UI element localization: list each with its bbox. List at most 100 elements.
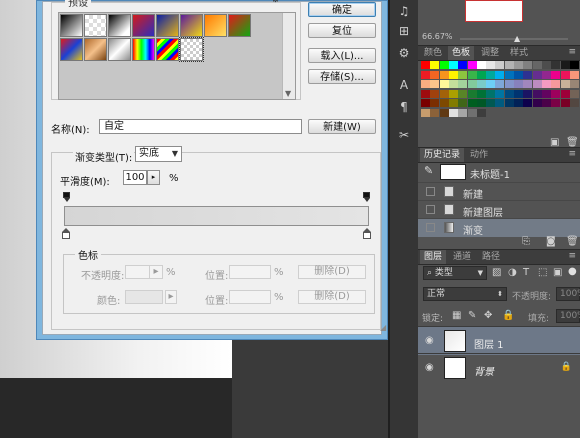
color-swatch[interactable]	[476, 61, 486, 69]
gradient-preset-swatch[interactable]	[60, 38, 83, 61]
color-swatch[interactable]	[532, 99, 542, 107]
color-swatch[interactable]	[514, 80, 523, 88]
color-swatch[interactable]	[430, 70, 440, 79]
color-swatch[interactable]	[569, 89, 579, 98]
lock-all-icon[interactable]: 🔒	[502, 310, 514, 321]
layer-kind-filter[interactable]: ⌕ 类型 ▼	[423, 266, 487, 280]
color-swatch[interactable]	[541, 99, 551, 107]
gradient-preset-swatch[interactable]	[156, 38, 179, 61]
history-item[interactable]: 渐变	[418, 218, 580, 237]
color-swatch[interactable]	[458, 99, 468, 107]
filter-adjustment-icon[interactable]: ◑	[508, 267, 517, 278]
gradient-preset-swatch[interactable]	[228, 14, 251, 37]
color-swatch[interactable]	[560, 80, 570, 88]
color-swatch[interactable]	[448, 61, 458, 69]
color-swatch[interactable]	[569, 61, 579, 69]
color-swatch[interactable]	[458, 108, 468, 117]
tab-actions[interactable]: 动作	[466, 148, 492, 162]
color-swatch[interactable]	[495, 70, 505, 79]
ok-button[interactable]: 确定	[308, 2, 376, 17]
navigator-thumbnail[interactable]	[465, 0, 523, 22]
color-swatch[interactable]	[569, 99, 579, 107]
gradient-type-select[interactable]: 实底 ▼	[135, 146, 182, 162]
color-swatch[interactable]	[514, 70, 523, 79]
filter-pixel-icon[interactable]: ▨	[492, 267, 501, 278]
color-swatch[interactable]	[476, 80, 486, 88]
color-location-input[interactable]	[229, 290, 271, 304]
settings-icon[interactable]: ⚙	[390, 46, 418, 60]
tab-swatches[interactable]: 色板	[448, 46, 475, 60]
color-swatch[interactable]	[458, 61, 468, 69]
gradient-preset-swatch[interactable]	[84, 38, 107, 61]
color-swatch[interactable]	[486, 89, 496, 98]
color-swatch[interactable]	[495, 61, 505, 69]
color-swatch[interactable]	[569, 80, 579, 88]
color-swatch[interactable]	[421, 61, 430, 69]
filter-shape-icon[interactable]: ⬚	[538, 267, 547, 278]
color-swatch[interactable]	[458, 70, 468, 79]
color-swatch[interactable]	[448, 80, 458, 88]
color-swatch[interactable]	[523, 89, 533, 98]
history-item[interactable]: 新建	[418, 182, 580, 201]
gradient-preset-swatch[interactable]	[179, 37, 204, 62]
color-swatch[interactable]	[560, 99, 570, 107]
smoothness-input[interactable]: 100	[123, 170, 147, 185]
color-swatch[interactable]	[551, 70, 561, 79]
camera-icon[interactable]: ◙	[546, 236, 556, 247]
new-button[interactable]: 新建(W)	[308, 119, 376, 134]
color-swatch[interactable]	[504, 89, 514, 98]
color-swatch[interactable]	[430, 80, 440, 88]
gradient-bar[interactable]	[64, 206, 369, 226]
color-swatch[interactable]	[495, 99, 505, 107]
color-swatch[interactable]	[560, 89, 570, 98]
color-swatch[interactable]	[523, 80, 533, 88]
color-swatch[interactable]	[458, 80, 468, 88]
color-swatch[interactable]	[486, 61, 496, 69]
color-swatch[interactable]	[551, 80, 561, 88]
color-swatch[interactable]	[421, 108, 430, 117]
smoothness-slider-toggle[interactable]: ▸	[147, 170, 160, 185]
color-swatch[interactable]	[430, 89, 440, 98]
tab-channels[interactable]: 通道	[449, 250, 475, 264]
eye-icon[interactable]: ◉	[425, 335, 434, 346]
filter-toggle-icon[interactable]: ●	[568, 266, 577, 277]
tab-color[interactable]: 颜色	[420, 46, 446, 60]
color-swatch[interactable]	[523, 99, 533, 107]
reset-button[interactable]: 复位	[308, 23, 376, 38]
color-swatch[interactable]	[448, 89, 458, 98]
character-icon[interactable]: A	[390, 78, 418, 92]
color-swatch[interactable]	[439, 80, 449, 88]
color-swatch[interactable]	[421, 99, 430, 107]
lock-transparency-icon[interactable]: ▦	[452, 310, 461, 321]
load-button[interactable]: 载入(L)...	[308, 48, 376, 63]
gear-icon[interactable]: ⚙	[271, 0, 280, 5]
color-swatch[interactable]	[448, 99, 458, 107]
color-swatch[interactable]	[430, 61, 440, 69]
new-document-from-state-icon[interactable]: ⎘	[522, 236, 530, 247]
color-swatch[interactable]	[439, 61, 449, 69]
color-swatch[interactable]	[541, 61, 551, 69]
tab-history[interactable]: 历史记录	[420, 148, 465, 162]
color-swatch[interactable]	[430, 99, 440, 107]
color-swatch[interactable]	[458, 89, 468, 98]
color-swatch[interactable]	[551, 99, 561, 107]
chevron-down-icon[interactable]: ▼	[285, 89, 291, 98]
stop-color-swatch[interactable]	[125, 290, 163, 304]
history-checkbox[interactable]	[426, 187, 435, 196]
color-swatch[interactable]	[486, 70, 496, 79]
layer-row[interactable]: ◉ 背景 🔒	[418, 353, 580, 382]
color-swatch[interactable]	[523, 70, 533, 79]
color-swatch[interactable]	[504, 80, 514, 88]
tab-styles[interactable]: 样式	[506, 46, 532, 60]
filter-type-icon[interactable]: T	[523, 267, 529, 278]
slider-knob-icon[interactable]: ▲	[514, 34, 520, 43]
color-swatch[interactable]	[467, 61, 477, 69]
color-swatch[interactable]	[486, 80, 496, 88]
history-checkbox[interactable]	[426, 205, 435, 214]
stop-color-arrow[interactable]: ▸	[165, 290, 177, 304]
gradient-preset-swatch[interactable]	[204, 14, 227, 37]
color-swatch[interactable]	[467, 99, 477, 107]
color-swatch[interactable]	[532, 70, 542, 79]
color-swatch[interactable]	[541, 80, 551, 88]
color-swatch[interactable]	[551, 61, 561, 69]
